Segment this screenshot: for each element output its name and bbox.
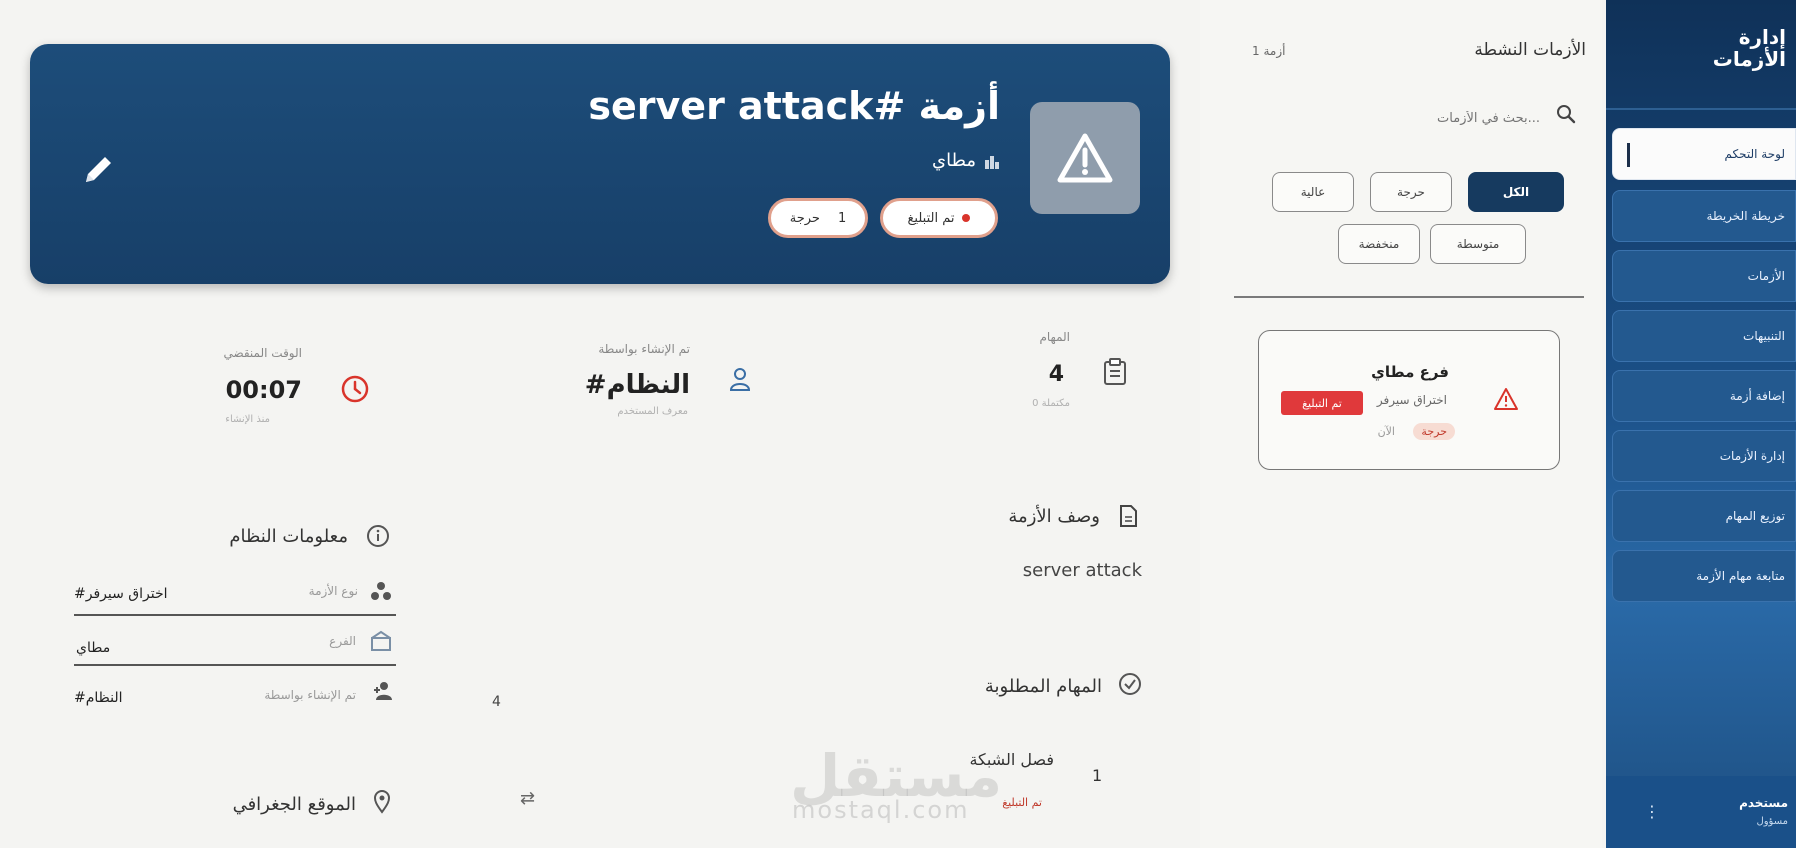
description-title: وصف الأزمة: [1008, 506, 1100, 527]
filter-critical-button[interactable]: حرجة: [1370, 172, 1452, 212]
crisis-type-icon: [370, 580, 392, 602]
info-value-type: #اختراق سيرفر: [74, 586, 168, 602]
sidebar-divider: [1606, 108, 1796, 110]
branch-icon: [370, 630, 392, 652]
task-number: 1: [1092, 766, 1103, 785]
crisis-card-type: اختراق سيرفر: [1376, 393, 1447, 407]
info-label-type: نوع الأزمة: [308, 584, 358, 598]
document-icon: [1120, 505, 1137, 527]
crisis-card[interactable]: فرع مطاي اختراق سيرفر تم التبليغ حرجة ال…: [1258, 330, 1560, 470]
sidebar-item-distribute-tasks[interactable]: توزيع المهام: [1612, 490, 1796, 542]
elapsed-label: الوقت المنقضي: [223, 346, 302, 360]
info-label-branch: الفرع: [329, 634, 356, 648]
user-icon: [729, 368, 751, 391]
panel-divider: [1234, 296, 1584, 298]
status-pill: تم التبليغ: [880, 198, 998, 238]
tasks-sub: 0 مكتملة: [1032, 398, 1070, 409]
info-divider: [74, 664, 396, 666]
elapsed-sub: منذ الإنشاء: [225, 414, 270, 425]
sidebar-item-dashboard[interactable]: لوحة التحكم: [1612, 128, 1796, 180]
check-circle-icon: [1119, 673, 1141, 695]
tasks-label: المهام: [1039, 330, 1070, 344]
crisis-card-severity-badge: حرجة: [1413, 423, 1455, 440]
severity-pill: حرجة 1: [768, 198, 868, 238]
sidebar-title: إدارة الأزمات: [1712, 25, 1786, 71]
swap-icon[interactable]: ⇄: [520, 788, 535, 809]
description-text: server attack: [1022, 560, 1142, 581]
watermark-url: mostaql.com: [792, 796, 970, 824]
info-value-branch: مطاي: [76, 640, 111, 656]
filter-medium-button[interactable]: متوسطة: [1430, 224, 1526, 264]
sidebar-item-crises[interactable]: الأزمات: [1612, 250, 1796, 302]
filter-high-button[interactable]: عالية: [1272, 172, 1354, 212]
user-name: مستخدم: [1739, 796, 1788, 810]
clipboard-icon: [1104, 358, 1126, 385]
task-status: تم التبليغ: [1002, 796, 1042, 809]
sidebar-item-manage-crises[interactable]: إدارة الأزمات: [1612, 430, 1796, 482]
warning-icon: [1494, 388, 1518, 410]
search-input[interactable]: [1358, 110, 1542, 127]
pencil-icon[interactable]: [78, 150, 118, 190]
created-by-label: تم الإنشاء بواسطة: [598, 342, 690, 356]
crisis-list-panel: الأزمات النشطة 1 أزمة الكل حرجة عالية مت…: [1200, 0, 1602, 848]
created-by-value: #النظام: [584, 370, 690, 400]
location-title: الموقع الجغرافي: [232, 794, 356, 815]
crisis-count: 1 أزمة: [1252, 44, 1286, 58]
info-label-created-by: تم الإنشاء بواسطة: [264, 688, 356, 702]
crisis-header-card: أزمة #server attack مطاي تم التبليغ حرجة…: [30, 44, 1170, 284]
sidebar-item-add-crisis[interactable]: إضافة أزمة: [1612, 370, 1796, 422]
location-pin-icon: [373, 790, 391, 814]
required-tasks-title: المهام المطلوبة: [984, 676, 1102, 697]
created-by-sub: معرف المستخدم: [617, 406, 688, 417]
building-icon: [985, 156, 999, 169]
elapsed-value: 00:07: [225, 376, 302, 404]
crisis-icon-box: [1030, 102, 1140, 214]
system-info-title: معلومات النظام: [229, 526, 348, 547]
tasks-value: 4: [1048, 362, 1064, 387]
filter-all-button[interactable]: الكل: [1468, 172, 1564, 212]
crisis-branch: مطاي: [932, 150, 976, 171]
info-divider: [74, 614, 396, 616]
crisis-card-time: الآن: [1377, 425, 1395, 438]
crisis-title: أزمة #server attack: [588, 84, 1000, 128]
user-role: مسؤول: [1756, 816, 1788, 827]
filter-low-button[interactable]: منخفضة: [1338, 224, 1420, 264]
crisis-card-status-badge: تم التبليغ: [1281, 391, 1363, 415]
warning-icon: [1057, 133, 1113, 183]
sidebar-user[interactable]: مستخدم مسؤول ⋮: [1606, 776, 1796, 848]
status-dot: [962, 214, 971, 222]
more-vertical-icon[interactable]: ⋮: [1644, 802, 1660, 821]
required-tasks-count: 4: [492, 694, 501, 710]
crisis-card-branch: فرع مطاي: [1371, 363, 1449, 381]
info-value-created-by: #النظام: [74, 690, 123, 706]
panel-title: الأزمات النشطة: [1474, 40, 1586, 60]
info-icon: [367, 525, 389, 547]
sidebar-item-alerts[interactable]: التنبيهات: [1612, 310, 1796, 362]
search-icon[interactable]: [1554, 102, 1578, 126]
sidebar: إدارة الأزمات لوحة التحكم خريطة الخريطة …: [1606, 0, 1796, 848]
sidebar-item-track-tasks[interactable]: متابعة مهام الأزمة: [1612, 550, 1796, 602]
add-user-icon: [372, 680, 394, 702]
sidebar-item-map[interactable]: خريطة الخريطة: [1612, 190, 1796, 242]
clock-icon: [341, 375, 369, 403]
